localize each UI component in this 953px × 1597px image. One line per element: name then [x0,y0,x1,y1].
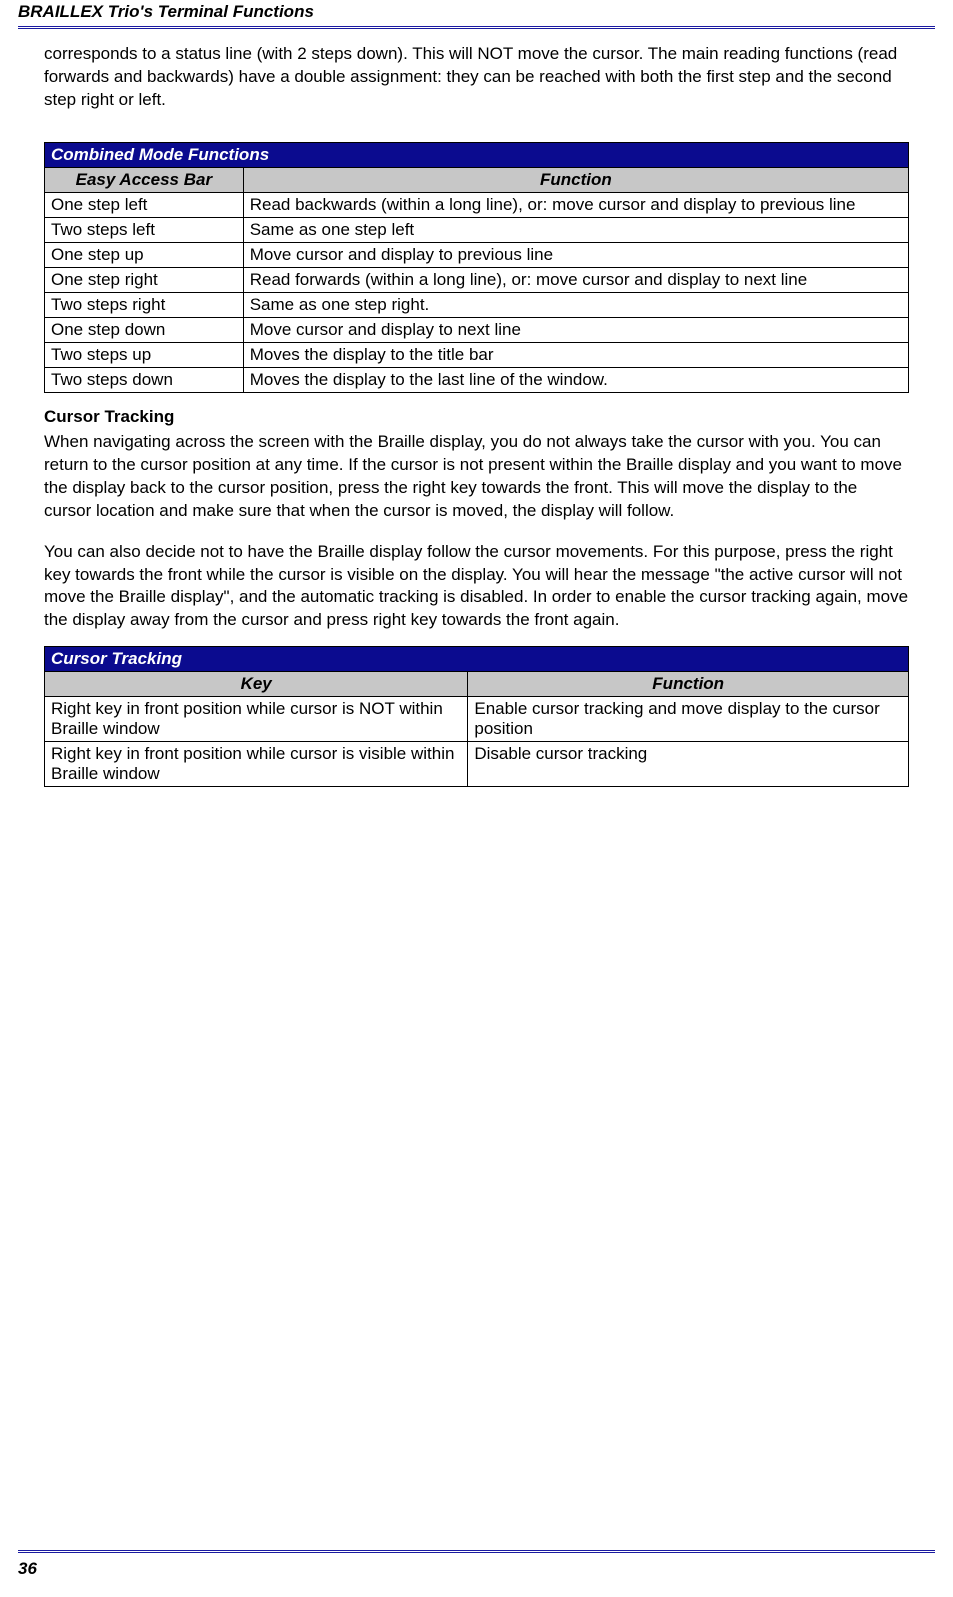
table-row: One step left Read backwards (within a l… [45,192,909,217]
cursor-tracking-heading: Cursor Tracking [44,407,909,427]
table2-title: Cursor Tracking [45,647,909,672]
table2-fn: Disable cursor tracking [468,742,909,787]
table1-fn: Moves the display to the title bar [243,342,908,367]
table1-key: One step up [45,242,244,267]
table1-fn: Move cursor and display to next line [243,317,908,342]
page: BRAILLEX Trio's Terminal Functions corre… [0,0,953,1597]
table-row: One step down Move cursor and display to… [45,317,909,342]
table2-col2-header: Function [468,672,909,697]
table2-fn: Enable cursor tracking and move display … [468,697,909,742]
table1-key: One step left [45,192,244,217]
table-row: Two steps left Same as one step left [45,217,909,242]
table-row: Right key in front position while cursor… [45,697,909,742]
table1-fn: Same as one step right. [243,292,908,317]
table2-key: Right key in front position while cursor… [45,697,468,742]
cursor-tracking-table: Cursor Tracking Key Function Right key i… [44,646,909,787]
table1-title: Combined Mode Functions [45,142,909,167]
running-header: BRAILLEX Trio's Terminal Functions [18,0,935,29]
combined-mode-functions-table: Combined Mode Functions Easy Access Bar … [44,142,909,393]
table1-key: One step right [45,267,244,292]
table-row: One step right Read forwards (within a l… [45,267,909,292]
table1-key: One step down [45,317,244,342]
content-area: corresponds to a status line (with 2 ste… [18,43,935,787]
cursor-paragraph-1: When navigating across the screen with t… [44,431,909,523]
table1-key: Two steps left [45,217,244,242]
table-row: Right key in front position while cursor… [45,742,909,787]
intro-paragraph: corresponds to a status line (with 2 ste… [44,43,909,112]
table2-key: Right key in front position while cursor… [45,742,468,787]
page-number: 36 [18,1559,37,1578]
table-row: Two steps right Same as one step right. [45,292,909,317]
table-row: One step up Move cursor and display to p… [45,242,909,267]
table-row: Two steps up Moves the display to the ti… [45,342,909,367]
table1-key: Two steps right [45,292,244,317]
table-row: Two steps down Moves the display to the … [45,367,909,392]
table1-key: Two steps up [45,342,244,367]
table1-fn: Move cursor and display to previous line [243,242,908,267]
table1-fn: Moves the display to the last line of th… [243,367,908,392]
table1-fn: Same as one step left [243,217,908,242]
table2-col1-header: Key [45,672,468,697]
table1-fn: Read backwards (within a long line), or:… [243,192,908,217]
table1-key: Two steps down [45,367,244,392]
table1-col2-header: Function [243,167,908,192]
page-footer: 36 [18,1550,935,1579]
cursor-paragraph-2: You can also decide not to have the Brai… [44,541,909,633]
table1-col1-header: Easy Access Bar [45,167,244,192]
table1-fn: Read forwards (within a long line), or: … [243,267,908,292]
